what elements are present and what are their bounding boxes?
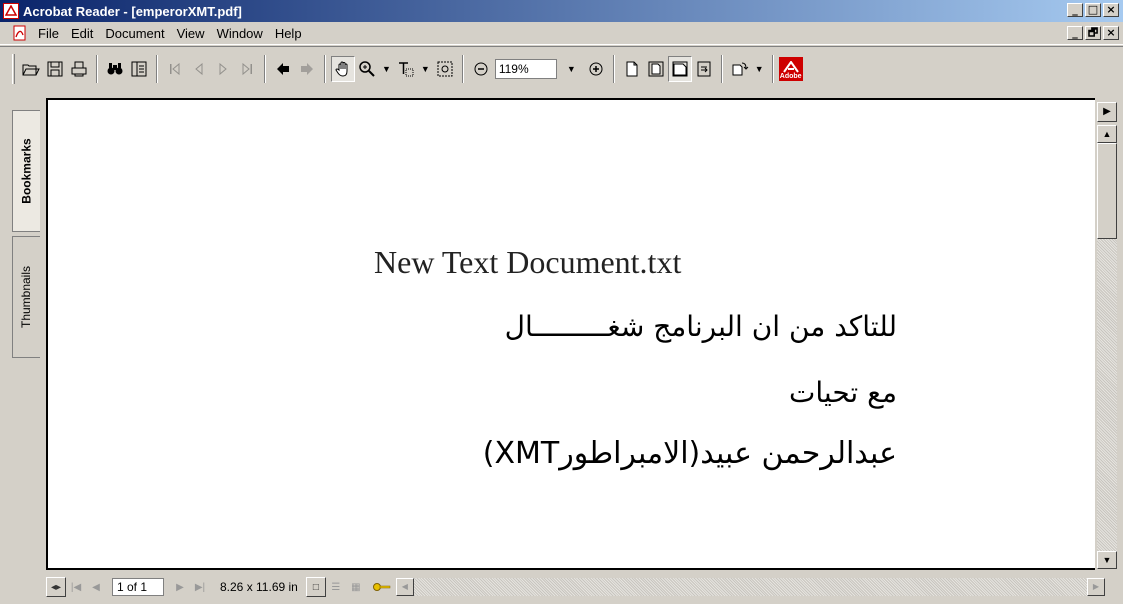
toolbar-separator [96,54,98,83]
document-page[interactable]: New Text Document.txt للتاكد من ان البرن… [46,98,1095,570]
toolbar-separator [264,54,266,83]
show-hide-navigation-icon[interactable] [127,56,151,82]
status-bar: ◂▸ |◀ ◀ 1 of 1 ▶ ▶| 8.26 x 11.69 in □ ☰ … [46,570,1123,604]
zoom-level-input[interactable]: 119% [494,58,557,79]
scroll-down-arrow-icon[interactable]: ▼ [1097,551,1117,569]
page-size-label: 8.26 x 11.69 in [220,580,298,594]
scroll-left-arrow-icon[interactable]: ◀ [395,578,414,596]
status-previous-page-icon[interactable]: ◀ [86,577,106,597]
toolbar: ▼ ▼ 119% ▼ ▼ Adobe [0,46,1123,90]
continuous-facing-layout-icon[interactable]: ▦ [346,577,366,597]
window-title: Acrobat Reader - [emperorXMT.pdf] [23,3,242,19]
go-forward-icon[interactable] [295,56,319,82]
navigation-pane-tabs: Bookmarks Thumbnails [0,90,46,604]
menu-window[interactable]: Window [211,26,269,41]
document-heading: New Text Document.txt [374,244,682,280]
toolbar-separator [612,54,615,83]
continuous-layout-icon[interactable]: ☰ [326,577,346,597]
scroll-up-arrow-icon[interactable]: ▲ [1097,125,1117,143]
graphics-select-icon[interactable] [433,56,457,82]
doc-close-button[interactable]: × [1103,26,1119,40]
hand-tool-icon[interactable] [331,55,355,82]
toolbar-separator [156,54,158,83]
previous-page-icon[interactable] [187,56,211,82]
maximize-button[interactable]: □ [1085,3,1101,17]
title-bar: Acrobat Reader - [emperorXMT.pdf] _ □ × [0,0,1123,22]
zoom-out-icon[interactable] [469,56,493,82]
document-line-1: للتاكد من ان البرنامج شغـــــــــال [504,310,897,343]
toolbar-grip[interactable] [12,53,15,84]
toolbar-separator [324,54,326,83]
last-page-icon[interactable] [235,56,259,82]
menu-file[interactable]: File [32,26,65,41]
minimize-button[interactable]: _ [1067,3,1083,17]
text-select-icon[interactable] [394,56,418,82]
zoom-tool-dropdown-caret[interactable]: ▼ [382,64,391,74]
single-page-layout-icon[interactable]: □ [305,577,326,597]
rotate-dropdown-caret[interactable]: ▼ [755,64,764,74]
document-line-3: عبدالرحمن عبيد(الامبراطورXMT) [482,436,897,471]
save-icon[interactable] [43,56,67,82]
open-icon[interactable] [19,56,43,82]
rotate-icon[interactable] [728,56,752,82]
actual-size-icon[interactable] [620,56,644,82]
acrobat-app-icon[interactable] [3,3,19,19]
horizontal-scroll-track[interactable]: ◀ ▶ [395,578,1105,596]
fit-width-icon[interactable] [667,55,692,82]
next-page-icon[interactable] [211,56,235,82]
tab-thumbnails[interactable]: Thumbnails [12,236,40,358]
doc-minimize-button[interactable]: _ [1067,26,1083,40]
status-first-page-icon[interactable]: |◀ [66,577,86,597]
tab-bookmarks[interactable]: Bookmarks [12,110,40,232]
vertical-scrollbar[interactable]: ▶ ▲ ▼ [1095,98,1123,570]
fit-page-icon[interactable] [644,56,668,82]
menu-help[interactable]: Help [269,26,308,41]
zoom-plus-icon[interactable] [584,56,608,82]
menu-edit[interactable]: Edit [65,26,99,41]
zoom-level-dropdown[interactable]: ▼ [567,64,576,74]
vertical-scroll-thumb[interactable] [1097,143,1117,239]
status-next-page-icon[interactable]: ▶ [170,577,190,597]
print-icon[interactable] [67,56,91,82]
security-key-icon[interactable] [372,577,392,597]
adobe-logo-label: Adobe [779,72,802,80]
reflow-icon[interactable] [692,56,716,82]
document-line-2: مع تحيات [788,376,897,409]
adobe-logo-icon[interactable]: Adobe [778,56,803,81]
toolbar-separator [461,54,464,83]
navigation-pane-toggle-icon[interactable]: ◂▸ [46,577,66,597]
go-back-icon[interactable] [271,56,295,82]
page-number-field[interactable]: 1 of 1 [112,578,164,596]
text-select-dropdown-caret[interactable]: ▼ [421,64,430,74]
find-icon[interactable] [103,56,127,82]
tab-bookmarks-label: Bookmarks [19,138,34,204]
tab-thumbnails-label: Thumbnails [19,265,34,329]
toolbar-separator [720,54,723,83]
expand-pane-arrow-icon[interactable]: ▶ [1097,102,1117,122]
status-last-page-icon[interactable]: ▶| [190,577,210,597]
zoom-in-tool-icon[interactable] [355,56,379,82]
scroll-right-arrow-icon[interactable]: ▶ [1087,578,1105,596]
doc-restore-button[interactable]: 🗗 [1085,26,1101,40]
menu-bar: File Edit Document View Window Help _ 🗗 … [0,22,1123,45]
pdf-document-icon[interactable] [12,25,28,41]
first-page-icon[interactable] [163,56,187,82]
close-button[interactable]: × [1103,3,1119,17]
menu-document[interactable]: Document [99,26,170,41]
toolbar-separator [771,54,774,83]
menu-view[interactable]: View [171,26,211,41]
